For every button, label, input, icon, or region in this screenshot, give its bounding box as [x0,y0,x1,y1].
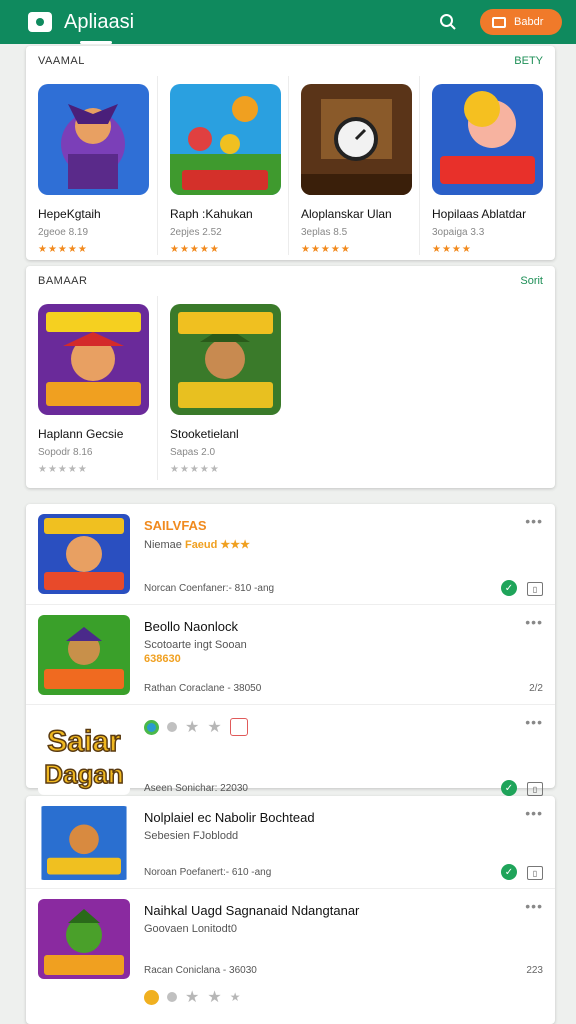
window-icon[interactable]: ▯ [527,866,543,880]
more-options-icon[interactable]: ••• [525,899,543,913]
list-card-1: SAILVFAS Niemae Faeud ★★★ Norcan Coenfan… [26,504,555,796]
rating-stars: ★★★★★ [170,464,220,475]
more-options-icon[interactable]: ••• [525,806,543,820]
bookmark-icon[interactable] [229,718,248,736]
svg-text:Dagan: Dagan [44,759,123,789]
rating-stars: ★★★★★ [301,244,351,255]
store-button[interactable]: Babdr [480,9,562,35]
app-thumbnail [432,84,543,195]
app-logo-icon [28,12,52,32]
item-sub: Goovaen Lonitodt0 [144,923,237,935]
window-icon[interactable]: ▯ [527,582,543,596]
rating-stars: ★★★★★ [38,464,88,475]
list-item[interactable]: Saiar Dagan ★ ★ Aseen Sonichar: 22030 ••… [26,704,555,804]
check-icon: ✓ [501,580,517,596]
app-tile[interactable]: Hopilaas Ablatdar 3opaiga 3.3 ★★★★ [419,76,550,255]
rating-stars: ★★★★★ [38,244,88,255]
tab-indicator [80,41,112,44]
see-more-link[interactable]: Sorit [520,275,543,287]
dot-icon [167,722,177,732]
item-icons: ★ ★ ★ [144,987,240,1007]
search-icon[interactable] [434,8,462,36]
item-title: Beollo Naonlock [144,619,238,634]
app-bar: Apliaasi Babdr [0,0,576,44]
item-count: 223 [526,965,543,976]
store-icon [492,16,506,28]
app-name: Aloplanskar Ulan [301,207,392,221]
see-more-link[interactable]: BETY [514,55,543,67]
app-sub: 3opaiga 3.3 [432,227,485,238]
item-badge: 638630 [144,653,181,665]
star-icon: ★ [207,719,222,736]
rating-stars: ★★★★ [432,244,472,255]
check-icon: ✓ [501,780,517,796]
section-title: VAAMAL [38,55,85,67]
item-title: SAILVFAS [144,518,207,533]
app-sub: 2geoe 8.19 [38,227,89,238]
check-icon: ✓ [501,864,517,880]
app-tile[interactable]: Raph :Kahukan 2epjes 2.52 ★★★★★ [157,76,288,255]
app-name: Stooketielanl [170,427,239,441]
app-sub: Sapas 2.0 [170,447,216,458]
app-thumbnail [301,84,412,195]
section-card-2: BAMAAR Sorit Haplann Gecsie Sopodr 8.16 … [26,266,555,488]
star-icon: ★ [185,989,200,1006]
item-sub: Scotoarte ingt Sooan [144,639,247,651]
app-name: Hopilaas Ablatdar [432,207,527,221]
app-name: Raph :Kahukan [170,207,253,221]
rating-stars: ★★★★★ [170,244,220,255]
app-sub: 2epjes 2.52 [170,227,222,238]
app-title: Apliaasi [64,10,135,33]
more-options-icon[interactable]: ••• [525,615,543,629]
app-thumbnail [170,304,281,415]
app-sub: 3eplas 8.5 [301,227,348,238]
app-tile[interactable]: Haplann Gecsie Sopodr 8.16 ★★★★★ [26,296,157,480]
section-card-1: VAAMAL BETY HepeKgtaih 2geoe 8.19 ★★★★★ … [26,46,555,260]
section-title: BAMAAR [38,275,88,287]
list-card-2: Nolplaiel ec Nabolir Bochtead Sebesien F… [26,796,555,1024]
window-icon[interactable]: ▯ [527,782,543,796]
more-options-icon[interactable]: ••• [525,514,543,528]
store-button-label: Babdr [514,16,544,28]
app-thumbnail [38,514,130,594]
item-meta: Norcan Coenfaner:- 810 -ang [144,583,275,594]
list-item[interactable]: Nolplaiel ec Nabolir Bochtead Sebesien F… [26,796,555,888]
list-item[interactable]: Naihkal Uagd Sagnanaid Ndangtanar Goovae… [26,888,555,1022]
app-thumbnail [38,899,130,979]
item-icons: ★ ★ [144,717,248,737]
app-tile[interactable]: Stooketielanl Sapas 2.0 ★★★★★ [157,296,288,480]
item-sub: Sebesien FJoblodd [144,830,239,842]
item-meta: Racan Coniclana - 36030 [144,965,257,976]
badge-icon [144,719,159,735]
app-tile[interactable]: HepeKgtaih 2geoe 8.19 ★★★★★ [26,76,157,255]
item-title: Nolplaiel ec Nabolir Bochtead [144,810,315,825]
list-item[interactable]: SAILVFAS Niemae Faeud ★★★ Norcan Coenfan… [26,504,555,604]
item-count: 2/2 [529,683,543,694]
star-icon: ★ [185,719,200,736]
dot-icon [167,992,177,1002]
star-icon: ★ [207,989,222,1006]
badge-icon [144,989,159,1005]
item-meta: Noroan Poefanert:- 610 -ang [144,867,272,878]
item-title: Naihkal Uagd Sagnanaid Ndangtanar [144,903,360,918]
star-icon: ★ [229,990,241,1004]
app-thumbnail [38,304,149,415]
app-sub: Sopodr 8.16 [38,447,93,458]
item-sub: Niemae Faeud ★★★ [144,539,251,551]
app-thumbnail [38,615,130,695]
svg-text:Saiar: Saiar [47,725,121,758]
app-thumbnail [41,806,127,880]
item-meta: Aseen Sonichar: 22030 [144,783,248,794]
app-logo-image: Saiar Dagan [38,715,130,795]
app-name: HepeKgtaih [38,207,101,221]
app-thumbnail [170,84,281,195]
app-thumbnail [38,84,149,195]
app-tile[interactable]: Aloplanskar Ulan 3eplas 8.5 ★★★★★ [288,76,419,255]
app-name: Haplann Gecsie [38,427,124,441]
more-options-icon[interactable]: ••• [525,715,543,729]
list-item[interactable]: Beollo Naonlock Scotoarte ingt Sooan 638… [26,604,555,704]
item-meta: Rathan Coraclane - 38050 [144,683,262,694]
